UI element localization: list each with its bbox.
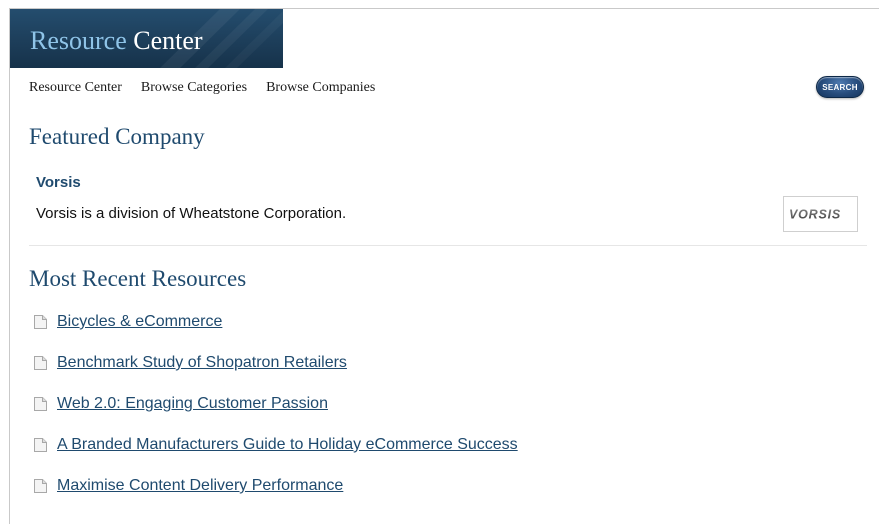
resource-link-benchmark-study[interactable]: Benchmark Study of Shopatron Retailers xyxy=(57,354,347,372)
document-icon xyxy=(34,356,47,370)
list-item: Maximise Content Delivery Performance xyxy=(33,476,518,496)
resource-link-branded-manufacturers-guide[interactable]: A Branded Manufacturers Guide to Holiday… xyxy=(57,436,518,454)
nav-browse-companies[interactable]: Browse Companies xyxy=(266,79,375,97)
banner-title-resource: Resource xyxy=(30,26,127,55)
main-nav: Resource Center Browse Categories Browse… xyxy=(29,79,394,97)
list-item: Bicycles & eCommerce xyxy=(33,312,518,332)
banner-title-center: Center xyxy=(133,26,203,55)
featured-company-heading: Featured Company xyxy=(29,124,205,149)
featured-company-name[interactable]: Vorsis xyxy=(36,174,81,191)
banner-title: Resource Center xyxy=(30,26,203,56)
document-icon xyxy=(34,479,47,493)
list-item: Web 2.0: Engaging Customer Passion xyxy=(33,394,518,414)
nav-browse-categories[interactable]: Browse Categories xyxy=(141,79,247,97)
most-recent-resources-heading: Most Recent Resources xyxy=(29,266,247,291)
vorsis-logo-mark: VORSIS xyxy=(789,208,841,222)
section-divider xyxy=(29,245,867,246)
resource-center-banner: Resource Center xyxy=(10,9,283,68)
resource-link-bicycles-ecommerce[interactable]: Bicycles & eCommerce xyxy=(57,313,222,331)
list-item: Benchmark Study of Shopatron Retailers xyxy=(33,353,518,373)
document-icon xyxy=(34,315,47,329)
document-icon xyxy=(34,397,47,411)
resource-list: Bicycles & eCommerce Benchmark Study of … xyxy=(33,312,518,517)
list-item: A Branded Manufacturers Guide to Holiday… xyxy=(33,435,518,455)
nav-resource-center[interactable]: Resource Center xyxy=(29,79,122,97)
resource-link-maximise-content-delivery[interactable]: Maximise Content Delivery Performance xyxy=(57,477,343,495)
resource-link-web-2-0[interactable]: Web 2.0: Engaging Customer Passion xyxy=(57,395,328,413)
featured-company-description: Vorsis is a division of Wheatstone Corpo… xyxy=(36,205,347,222)
vorsis-logo-text: VORSIS xyxy=(789,208,841,222)
document-icon xyxy=(34,438,47,452)
vorsis-logo[interactable]: VORSIS xyxy=(783,196,858,232)
search-button[interactable]: SEARCH xyxy=(816,76,864,98)
